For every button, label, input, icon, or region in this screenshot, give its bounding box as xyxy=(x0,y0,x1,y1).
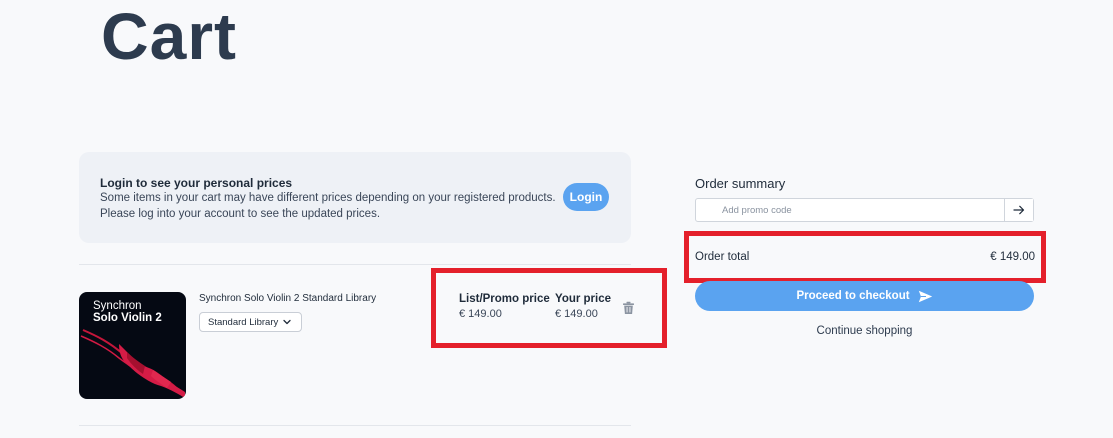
promo-submit-button[interactable] xyxy=(1004,199,1033,221)
edition-select-value: Standard Library xyxy=(208,316,279,328)
cart-page: Cart Login to see your personal prices S… xyxy=(0,0,1113,438)
order-total-label: Order total xyxy=(695,251,750,263)
promo-code-input[interactable] xyxy=(696,199,1005,221)
login-message-line-1: Some items in your cart may have differe… xyxy=(100,192,556,204)
product-image-title: Solo Violin 2 xyxy=(93,312,162,324)
your-price-value: € 149.00 xyxy=(555,308,598,320)
edition-select[interactable]: Standard Library xyxy=(199,312,302,332)
product-image[interactable]: Synchron Solo Violin 2 xyxy=(79,292,186,399)
trash-icon[interactable] xyxy=(622,301,635,315)
your-price: Your price € 149.00 xyxy=(555,293,611,320)
promo-code-group xyxy=(695,198,1034,222)
login-banner: Login to see your personal prices Some i… xyxy=(79,152,631,243)
list-price-label: List/Promo price xyxy=(459,293,550,305)
cart-divider-bottom xyxy=(79,425,631,426)
login-button[interactable]: Login xyxy=(563,183,609,211)
checkout-button-label: Proceed to checkout xyxy=(796,290,910,302)
order-summary-title: Order summary xyxy=(695,176,786,191)
send-icon xyxy=(918,290,932,302)
your-price-label: Your price xyxy=(555,293,612,305)
price-highlight-box: List/Promo price € 149.00 Your price € 1… xyxy=(431,268,667,348)
login-heading: Login to see your personal prices xyxy=(100,176,293,190)
order-total-value: € 149.00 xyxy=(990,251,1035,263)
product-name[interactable]: Synchron Solo Violin 2 Standard Library xyxy=(199,293,376,304)
chevron-down-icon xyxy=(283,319,291,325)
list-price-value: € 149.00 xyxy=(459,308,502,320)
order-total-highlight-box: Order total € 149.00 xyxy=(684,231,1046,283)
cart-divider-top xyxy=(79,264,631,265)
page-title: Cart xyxy=(101,0,238,73)
arrow-right-icon xyxy=(1013,205,1025,215)
login-message-line-2: Please log into your account to see the … xyxy=(100,208,381,220)
continue-shopping-link[interactable]: Continue shopping xyxy=(695,325,1034,337)
proceed-to-checkout-button[interactable]: Proceed to checkout xyxy=(695,281,1034,311)
list-price: List/Promo price € 149.00 xyxy=(459,293,550,320)
